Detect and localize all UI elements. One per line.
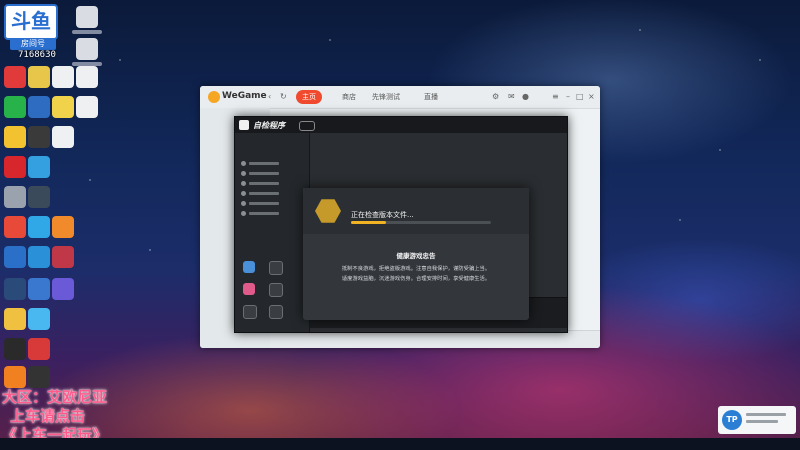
eye-icon <box>241 171 246 176</box>
tray-popup[interactable]: TP <box>718 406 796 434</box>
desktop-icon[interactable] <box>28 338 50 360</box>
stream-room-badge: 斗鱼 房间号 7168630 <box>4 4 64 60</box>
desktop-icon[interactable] <box>4 216 26 238</box>
launcher-titlebar[interactable]: 自检程序 <box>235 117 567 133</box>
nav-live[interactable]: 直播 <box>418 90 444 104</box>
desktop-icon[interactable] <box>52 216 74 238</box>
desktop-icon[interactable] <box>4 278 26 300</box>
tool-icon[interactable] <box>243 305 257 319</box>
tool-icon[interactable] <box>269 261 283 275</box>
tool-icon[interactable] <box>269 305 283 319</box>
desktop-icon[interactable] <box>28 366 50 388</box>
stream-caption: 大区：艾欧尼亚 上车请点击 《上车一起玩》 <box>2 388 107 445</box>
list-item[interactable] <box>241 211 301 216</box>
desktop-icon-area <box>0 0 102 440</box>
eye-icon <box>241 211 246 216</box>
health-advice-line: 适度游戏益脑，沉迷游戏伤身。合理安排时间，享受健康生活。 <box>341 276 491 282</box>
desktop-icon[interactable] <box>4 66 26 88</box>
launcher-logo-icon <box>239 120 249 130</box>
desktop-icon[interactable] <box>4 96 26 118</box>
back-arrow-icon[interactable]: ‹ <box>268 92 271 101</box>
desktop-icon[interactable] <box>28 186 50 208</box>
minimize-icon[interactable]: – <box>566 92 570 101</box>
desktop-icon[interactable] <box>28 156 50 178</box>
settings-icon[interactable]: ⚙ <box>492 92 499 101</box>
version-check-dialog: 正在检查版本文件... 健康游戏忠告 抵制不良游戏，拒绝盗版游戏。注意自我保护，… <box>303 188 529 320</box>
desktop-icon[interactable] <box>76 96 98 118</box>
desktop-icon[interactable] <box>4 308 26 330</box>
nav-store[interactable]: 商店 <box>336 90 362 104</box>
tool-icon[interactable] <box>269 283 283 297</box>
wegame-logo-icon <box>208 91 220 103</box>
menu-icon[interactable]: ≡ <box>552 92 559 101</box>
tp-logo-icon: TP <box>722 410 742 430</box>
room-number: 7168630 <box>18 50 56 60</box>
desktop-icon[interactable] <box>52 126 74 148</box>
nav-home[interactable]: 主页 <box>296 90 322 104</box>
check-progress-bar <box>351 221 491 224</box>
game-logo-icon <box>315 199 341 223</box>
desktop-icon[interactable] <box>4 338 26 360</box>
list-item[interactable] <box>241 161 301 166</box>
desktop-icon[interactable] <box>52 278 74 300</box>
desktop-icon[interactable] <box>52 66 74 88</box>
nav-pioneer-test[interactable]: 先锋测试 <box>366 90 406 104</box>
desktop-icon[interactable] <box>4 126 26 148</box>
desktop-icon[interactable] <box>28 308 50 330</box>
desktop-icon[interactable] <box>28 246 50 268</box>
wegame-titlebar[interactable]: WeGame ‹ ↻ 主页 商店 先锋测试 直播 ⚙ ✉ ● ≡ – □ × <box>200 86 600 109</box>
list-item[interactable] <box>241 181 301 186</box>
user-icon[interactable]: ● <box>522 92 529 101</box>
check-progress-fill <box>351 221 386 224</box>
room-label: 房间号 <box>10 38 56 50</box>
desktop-icon[interactable] <box>28 66 50 88</box>
health-advice-title: 健康游戏忠告 <box>396 252 436 260</box>
list-item[interactable] <box>241 201 301 206</box>
refresh-icon[interactable]: ↻ <box>280 92 287 101</box>
desktop-icon[interactable] <box>28 96 50 118</box>
desktop-icon[interactable] <box>28 216 50 238</box>
desktop-icon[interactable] <box>28 278 50 300</box>
desktop-icon[interactable] <box>52 246 74 268</box>
taskbar <box>0 438 800 450</box>
desktop-icon[interactable] <box>76 38 98 60</box>
desktop-icon[interactable] <box>4 246 26 268</box>
douyu-logo: 斗鱼 <box>4 4 58 40</box>
eye-icon <box>241 181 246 186</box>
desktop-icon[interactable] <box>76 66 98 88</box>
list-item[interactable] <box>241 191 301 196</box>
desktop-icon[interactable] <box>4 366 26 388</box>
tool-icon[interactable] <box>243 261 255 273</box>
caption-line-join: 上车请点击 <box>10 407 86 425</box>
launcher-left-panel <box>235 133 310 332</box>
version-tag <box>299 121 315 131</box>
caption-line-server: 大区：艾欧尼亚 <box>2 388 108 406</box>
tray-popup-text <box>746 420 778 423</box>
close-icon[interactable]: × <box>588 92 595 101</box>
desktop-icon[interactable] <box>4 156 26 178</box>
tray-popup-text <box>746 413 786 416</box>
wegame-title: WeGame <box>222 91 267 101</box>
mail-icon[interactable]: ✉ <box>508 92 515 101</box>
eye-icon <box>241 201 246 206</box>
maximize-icon[interactable]: □ <box>576 92 584 101</box>
eye-icon <box>241 161 246 166</box>
check-status-text: 正在检查版本文件... <box>351 211 414 219</box>
desktop-icon[interactable] <box>28 126 50 148</box>
desktop-icon[interactable] <box>52 96 74 118</box>
desktop-icon[interactable] <box>76 6 98 28</box>
dialog-header: 正在检查版本文件... <box>303 188 529 234</box>
desktop-icon[interactable] <box>4 186 26 208</box>
health-advice-line: 抵制不良游戏，拒绝盗版游戏。注意自我保护，谨防受骗上当。 <box>341 266 491 272</box>
eye-icon <box>241 191 246 196</box>
list-item[interactable] <box>241 171 301 176</box>
launcher-title: 自检程序 <box>253 121 285 130</box>
tool-icon[interactable] <box>243 283 255 295</box>
desktop-icon-label <box>72 30 102 34</box>
